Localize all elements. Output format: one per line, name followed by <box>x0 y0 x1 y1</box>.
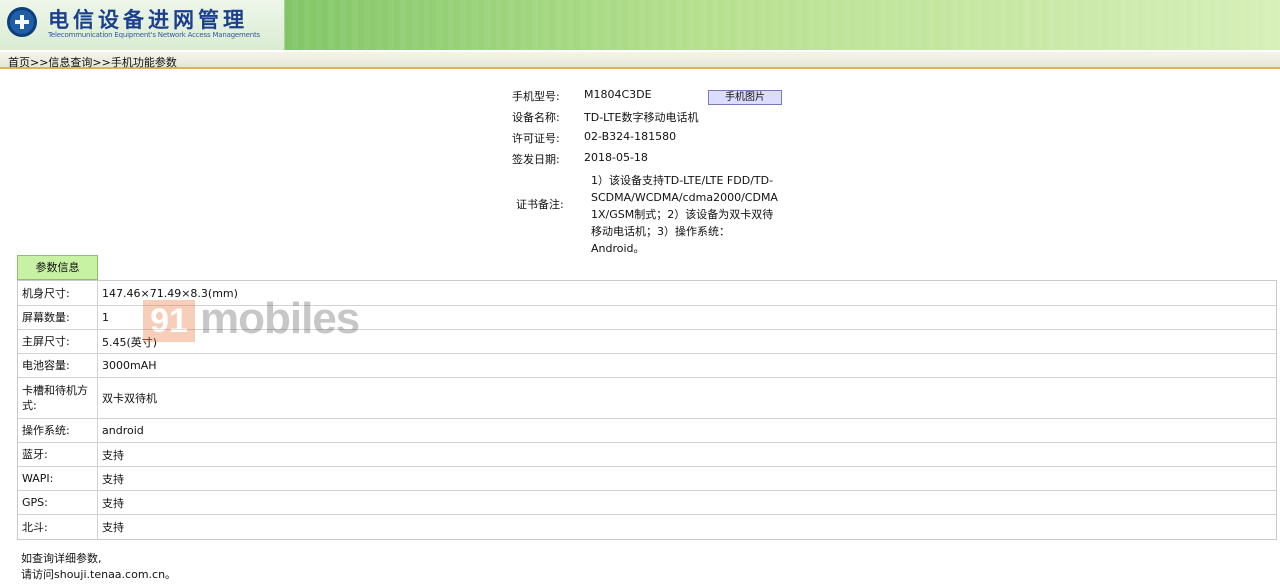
table-row: 蓝牙: 支持 <box>18 443 1276 467</box>
param-value: 支持 <box>102 521 124 534</box>
footer-line-1: 如查询详细参数, <box>21 552 102 565</box>
param-value: 147.46×71.49×8.3(mm) <box>102 286 238 300</box>
param-key: WAPI: <box>18 467 98 490</box>
param-key: 北斗: <box>18 515 98 539</box>
name-value: TD-LTE数字移动电话机 <box>584 111 699 124</box>
tab-params[interactable]: 参数信息 <box>17 255 98 280</box>
param-value: 支持 <box>102 448 124 462</box>
param-value: 1 <box>102 311 109 324</box>
table-row: 主屏尺寸: 5.45(英寸) <box>18 330 1276 354</box>
logo-icon <box>7 7 37 37</box>
license-label: 许可证号: <box>512 132 560 145</box>
param-key: 电池容量: <box>18 354 98 377</box>
param-key: 操作系统: <box>18 419 98 442</box>
breadcrumb[interactable]: 首页>>信息查询>>手机功能参数 <box>8 54 177 70</box>
model-value: M1804C3DE <box>584 88 652 101</box>
date-label: 签发日期: <box>512 153 560 166</box>
license-value: 02-B324-181580 <box>584 130 677 143</box>
param-value: 5.45(英寸) <box>102 335 158 349</box>
date-value: 2018-05-18 <box>584 151 648 164</box>
table-row: 屏幕数量: 1 <box>18 306 1276 330</box>
param-key: 主屏尺寸: <box>18 330 98 353</box>
param-key: 屏幕数量: <box>18 306 98 329</box>
table-row: GPS: 支持 <box>18 491 1276 515</box>
footer-note: 如查询详细参数, 请访问shouji.tenaa.com.cn。 <box>21 551 176 583</box>
table-row: 卡槽和待机方式: 双卡双待机 <box>18 378 1276 419</box>
phone-photo-button[interactable]: 手机图片 <box>708 90 782 105</box>
param-key: 机身尺寸: <box>18 281 98 305</box>
params-table: 机身尺寸: 147.46×71.49×8.3(mm) 屏幕数量: 1 主屏尺寸:… <box>17 280 1277 540</box>
param-key: 蓝牙: <box>18 443 98 466</box>
header-banner: 电信设备进网管理 Telecommunication Equipment's N… <box>0 0 1280 50</box>
param-value: 支持 <box>102 472 124 486</box>
table-row: 操作系统: android <box>18 419 1276 443</box>
banner-decoration <box>280 0 1280 50</box>
param-value: android <box>102 424 144 437</box>
breadcrumb-bar: 首页>>信息查询>>手机功能参数 <box>0 52 1280 69</box>
param-key: GPS: <box>18 491 98 514</box>
model-label: 手机型号: <box>512 90 560 103</box>
name-label: 设备名称: <box>512 111 560 124</box>
remark-value: 1）该设备支持TD-LTE/LTE FDD/TD-SCDMA/WCDMA/cdm… <box>591 174 778 255</box>
param-value: 3000mAH <box>102 359 157 372</box>
site-title: 电信设备进网管理 <box>48 8 248 32</box>
remark-label: 证书备注: <box>516 198 564 211</box>
footer-line-2: 请访问shouji.tenaa.com.cn。 <box>21 568 177 581</box>
table-row: 北斗: 支持 <box>18 515 1276 539</box>
table-row: WAPI: 支持 <box>18 467 1276 491</box>
site-subtitle: Telecommunication Equipment's Network Ac… <box>48 31 260 39</box>
logo: 电信设备进网管理 Telecommunication Equipment's N… <box>0 0 285 50</box>
param-value: 支持 <box>102 496 124 510</box>
param-value: 双卡双待机 <box>102 392 157 405</box>
table-row: 机身尺寸: 147.46×71.49×8.3(mm) <box>18 281 1276 306</box>
table-row: 电池容量: 3000mAH <box>18 354 1276 378</box>
param-key: 卡槽和待机方式: <box>18 378 98 418</box>
